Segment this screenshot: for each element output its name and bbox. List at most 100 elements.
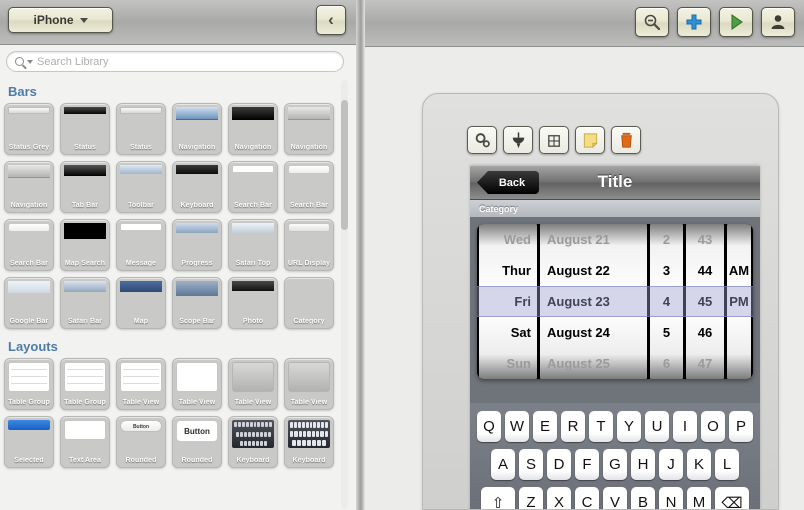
picker-column-ampm[interactable]: AM PM xyxy=(727,224,751,379)
library-item[interactable]: Safari Bar xyxy=(60,277,110,329)
keyboard-key[interactable]: O xyxy=(701,411,725,442)
keyboard-key[interactable]: F xyxy=(575,449,599,480)
keyboard-key[interactable]: B xyxy=(631,487,655,509)
keyboard-key[interactable]: J xyxy=(659,449,683,480)
search-input[interactable]: Search Library xyxy=(6,51,344,72)
library-scroll-region[interactable]: Bars Status Grey Status Status Navigation Nav… xyxy=(0,78,356,510)
keyboard-key[interactable]: M xyxy=(687,487,711,509)
picker-row[interactable]: Wed xyxy=(479,224,537,255)
picker-row[interactable]: 2 xyxy=(650,224,683,255)
keyboard-key[interactable]: Y xyxy=(617,411,641,442)
library-item[interactable]: Navigation xyxy=(228,103,278,155)
keyboard-key[interactable]: W xyxy=(505,411,529,442)
keyboard-key[interactable]: Z xyxy=(519,487,543,509)
library-item[interactable]: Map xyxy=(116,277,166,329)
library-item[interactable]: Button Rounded xyxy=(116,416,166,468)
picker-row[interactable]: 5 xyxy=(650,317,683,348)
picker-row[interactable]: 47 xyxy=(686,348,724,379)
mockup-frame[interactable]: Back Title Category Wed Thur Fri Sat Sun Augu… xyxy=(422,93,779,510)
library-item[interactable]: Map Search xyxy=(60,219,110,271)
library-item[interactable]: Navigation xyxy=(284,103,334,155)
picker-row[interactable]: Sun xyxy=(479,348,537,379)
keyboard-key[interactable]: I xyxy=(673,411,697,442)
picker-row[interactable]: 43 xyxy=(686,224,724,255)
panel-divider[interactable] xyxy=(356,0,365,510)
library-item[interactable]: Status xyxy=(60,103,110,155)
library-item[interactable]: Table Group xyxy=(60,358,110,410)
library-item[interactable]: Search Bar xyxy=(228,161,278,213)
library-item[interactable]: Search Bar xyxy=(4,219,54,271)
keyboard-key[interactable]: N xyxy=(659,487,683,509)
picker-row[interactable]: August 22 xyxy=(540,255,647,286)
keyboard-key[interactable]: D xyxy=(547,449,571,480)
picker-row[interactable]: Fri xyxy=(479,286,537,317)
library-item[interactable]: Keyboard xyxy=(172,161,222,213)
picker-row[interactable] xyxy=(727,224,751,255)
keyboard-key[interactable]: U xyxy=(645,411,669,442)
picker-column-date[interactable]: August 21 August 22 August 23 August 24 Augu… xyxy=(540,224,647,379)
library-scrollbar-thumb[interactable] xyxy=(341,100,348,230)
picker-column-minute[interactable]: 43 44 45 46 47 xyxy=(686,224,724,379)
library-item[interactable]: Keyboard xyxy=(284,416,334,468)
library-item[interactable]: Keyboard xyxy=(228,416,278,468)
library-item[interactable]: Status Grey xyxy=(4,103,54,155)
device-select-dropdown[interactable]: iPhone xyxy=(8,7,113,33)
picker-row[interactable]: August 24 xyxy=(540,317,647,348)
library-item[interactable]: Search Bar xyxy=(284,161,334,213)
library-item[interactable]: Button Rounded xyxy=(172,416,222,468)
picker-row[interactable]: 45 xyxy=(686,286,724,317)
play-button[interactable] xyxy=(719,7,753,37)
onscreen-keyboard[interactable]: Q W E R T Y U I O P A S D F G H J K L ⇧ Z X C V B N M ⌫ xyxy=(470,403,760,509)
library-item[interactable]: Photo xyxy=(228,277,278,329)
library-item[interactable]: Table Group xyxy=(4,358,54,410)
library-item[interactable]: Tab Bar xyxy=(60,161,110,213)
keyboard-key[interactable]: L xyxy=(715,449,739,480)
keyboard-key[interactable]: A xyxy=(491,449,515,480)
keyboard-key[interactable]: K xyxy=(687,449,711,480)
note-button[interactable] xyxy=(575,126,605,154)
picker-row[interactable] xyxy=(727,348,751,379)
picker-row[interactable]: PM xyxy=(727,286,751,317)
picker-column-day[interactable]: Wed Thur Fri Sat Sun xyxy=(479,224,537,379)
keyboard-key[interactable]: Q xyxy=(477,411,501,442)
grid-button[interactable] xyxy=(539,126,569,154)
library-item[interactable]: Message xyxy=(116,219,166,271)
picker-row[interactable]: 44 xyxy=(686,255,724,286)
library-item[interactable]: Toolbar xyxy=(116,161,166,213)
library-item[interactable]: Google Bar xyxy=(4,277,54,329)
picker-row[interactable]: 6 xyxy=(650,348,683,379)
picker-row[interactable] xyxy=(727,317,751,348)
library-item[interactable]: Scope Bar xyxy=(172,277,222,329)
picker-row[interactable]: August 21 xyxy=(540,224,647,255)
keyboard-key[interactable]: P xyxy=(729,411,753,442)
keyboard-key[interactable]: E xyxy=(533,411,557,442)
picker-row[interactable]: 46 xyxy=(686,317,724,348)
delete-button[interactable] xyxy=(611,126,641,154)
keyboard-key[interactable]: S xyxy=(519,449,543,480)
keyboard-key[interactable]: ⇧ xyxy=(481,487,515,509)
keyboard-key[interactable]: R xyxy=(561,411,585,442)
picker-row[interactable]: AM xyxy=(727,255,751,286)
picker-row[interactable]: August 25 xyxy=(540,348,647,379)
library-item[interactable]: Navigation xyxy=(4,161,54,213)
library-item[interactable]: Progress xyxy=(172,219,222,271)
zoom-out-button[interactable] xyxy=(635,7,669,37)
library-item[interactable]: Category xyxy=(284,277,334,329)
picker-column-hour[interactable]: 23456 xyxy=(650,224,683,379)
keyboard-key[interactable]: G xyxy=(603,449,627,480)
library-item[interactable]: Table View xyxy=(284,358,334,410)
keyboard-key[interactable]: H xyxy=(631,449,655,480)
library-item[interactable]: Safari Top xyxy=(228,219,278,271)
library-item[interactable]: Selected xyxy=(4,416,54,468)
keyboard-key[interactable]: ⌫ xyxy=(715,487,749,509)
library-item[interactable]: Navigation xyxy=(172,103,222,155)
keyboard-key[interactable]: V xyxy=(603,487,627,509)
picker-row[interactable]: 4 xyxy=(650,286,683,317)
date-picker[interactable]: Wed Thur Fri Sat Sun August 21 August 22 August… xyxy=(477,224,753,379)
library-item[interactable]: URL Display xyxy=(284,219,334,271)
iphone-screen[interactable]: Back Title Category Wed Thur Fri Sat Sun Augu… xyxy=(470,166,760,509)
library-item[interactable]: Text Area xyxy=(60,416,110,468)
keyboard-key[interactable]: X xyxy=(547,487,571,509)
library-item[interactable]: Status xyxy=(116,103,166,155)
add-button[interactable] xyxy=(677,7,711,37)
